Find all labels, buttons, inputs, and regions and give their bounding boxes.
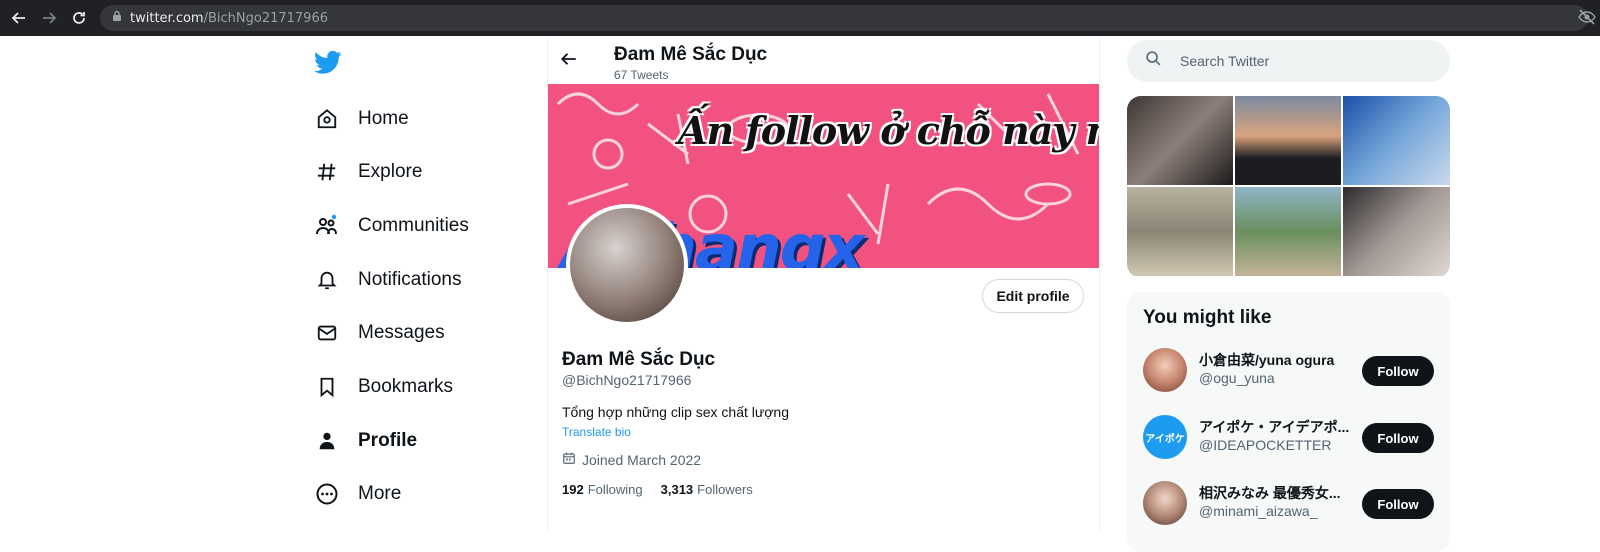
sidebar-item-communities[interactable]: Communities — [314, 211, 469, 241]
sidebar-item-bookmarks[interactable]: Bookmarks — [314, 372, 453, 402]
sidebar-item-label: More — [358, 483, 402, 504]
communities-icon — [314, 213, 340, 239]
suggested-account[interactable]: 相沢みなみ 最優秀女... @minami_aizawa_ Follow — [1127, 475, 1450, 531]
media-thumbnail[interactable] — [1127, 96, 1233, 185]
joined-text: Joined March 2022 — [582, 451, 702, 468]
account-handle: @ogu_yuna — [1199, 370, 1275, 386]
bell-icon — [314, 267, 340, 293]
suggested-account[interactable]: アイポケ アイポケ・アイデアポ... @IDEAPOCKETTER Follow — [1127, 409, 1450, 465]
media-thumbnail[interactable] — [1127, 187, 1233, 276]
account-name: 小倉由菜/yuna ogura — [1199, 352, 1335, 368]
bookmark-icon — [314, 374, 340, 400]
follow-button[interactable]: Follow — [1362, 356, 1434, 386]
sidebar-item-label: Communities — [358, 215, 469, 236]
sidebar-item-more[interactable]: More — [314, 479, 401, 509]
left-sidebar: Home Explore Communities Notifications M… — [300, 36, 540, 532]
media-thumbnail[interactable] — [1343, 96, 1450, 185]
media-thumbnail[interactable] — [1343, 187, 1450, 276]
who-to-follow-panel: You might like 小倉由菜/yuna ogura @ogu_yuna… — [1127, 292, 1450, 552]
media-grid — [1127, 96, 1450, 278]
profile-column: Đam Mê Sắc Dục 67 Tweets Ấn follow ở chỗ… — [547, 36, 1100, 532]
edit-profile-button[interactable]: Edit profile — [982, 279, 1084, 313]
account-name: アイポケ・アイデアポ... — [1199, 419, 1350, 435]
page-title: Đam Mê Sắc Dục — [614, 44, 768, 65]
follow-button[interactable]: Follow — [1362, 489, 1434, 519]
back-arrow-icon[interactable] — [4, 0, 34, 36]
profile-bio: Tổng hợp những clip sex chất lượng — [562, 404, 790, 420]
lock-icon — [112, 9, 122, 27]
banner-caption: Ấn follow ở chỗ này này — [678, 108, 1099, 153]
follow-button[interactable]: Follow — [1362, 423, 1434, 453]
avatar[interactable] — [1143, 348, 1187, 392]
account-handle: @minami_aizawa_ — [1199, 503, 1318, 519]
follow-stats: 192 Following 3,313 Followers — [562, 482, 771, 497]
profile-handle: @BichNgo21717966 — [562, 372, 692, 388]
sidebar-item-messages[interactable]: Messages — [314, 318, 445, 348]
joined-date: Joined March 2022 — [562, 451, 701, 468]
account-handle: @IDEAPOCKETTER — [1199, 437, 1332, 453]
twitter-bird-icon[interactable] — [314, 48, 342, 76]
hashtag-icon — [314, 159, 340, 185]
profile-header: Đam Mê Sắc Dục 67 Tweets — [548, 36, 1099, 84]
more-circle-icon — [314, 481, 340, 507]
search-icon — [1145, 50, 1162, 72]
sidebar-item-label: Explore — [358, 161, 423, 182]
sidebar-item-profile[interactable]: Profile — [314, 426, 417, 456]
sidebar-item-explore[interactable]: Explore — [314, 157, 422, 187]
followers-link[interactable]: 3,313 Followers — [661, 482, 753, 497]
sidebar-item-notifications[interactable]: Notifications — [314, 265, 462, 295]
url-text: twitter.com/BichNgo21717966 — [130, 10, 328, 26]
sidebar-item-label: Messages — [358, 322, 445, 343]
profile-avatar[interactable] — [566, 204, 688, 326]
forward-arrow-icon[interactable] — [34, 0, 64, 36]
sidebar-item-label: Notifications — [358, 269, 462, 290]
envelope-icon — [314, 320, 340, 346]
avatar[interactable]: アイポケ — [1143, 415, 1187, 459]
sidebar-item-label: Bookmarks — [358, 376, 454, 397]
search-placeholder: Search Twitter — [1180, 53, 1270, 69]
home-icon — [314, 106, 340, 132]
sidebar-item-label: Home — [358, 108, 409, 129]
tweet-count: 67 Tweets — [614, 68, 669, 82]
translate-bio-link[interactable]: Translate bio — [562, 425, 631, 439]
search-input[interactable]: Search Twitter — [1127, 40, 1450, 82]
media-thumbnail[interactable] — [1235, 96, 1341, 185]
account-name: 相沢みなみ 最優秀女... — [1199, 485, 1341, 501]
calendar-icon — [562, 451, 576, 468]
sidebar-item-label: Profile — [358, 430, 418, 451]
eye-off-icon[interactable] — [1578, 8, 1596, 31]
profile-name: Đam Mê Sắc Dục — [562, 349, 716, 370]
person-icon — [314, 428, 340, 454]
browser-toolbar: twitter.com/BichNgo21717966 — [0, 0, 1600, 36]
media-thumbnail[interactable] — [1235, 187, 1341, 276]
address-bar[interactable]: twitter.com/BichNgo21717966 — [100, 5, 1588, 31]
back-arrow-icon[interactable] — [560, 50, 584, 74]
following-link[interactable]: 192 Following — [562, 482, 643, 497]
avatar[interactable] — [1143, 481, 1187, 525]
panel-title: You might like — [1143, 307, 1272, 328]
reload-icon[interactable] — [64, 0, 94, 36]
suggested-account[interactable]: 小倉由菜/yuna ogura @ogu_yuna Follow — [1127, 342, 1450, 398]
sidebar-item-home[interactable]: Home — [314, 104, 409, 134]
